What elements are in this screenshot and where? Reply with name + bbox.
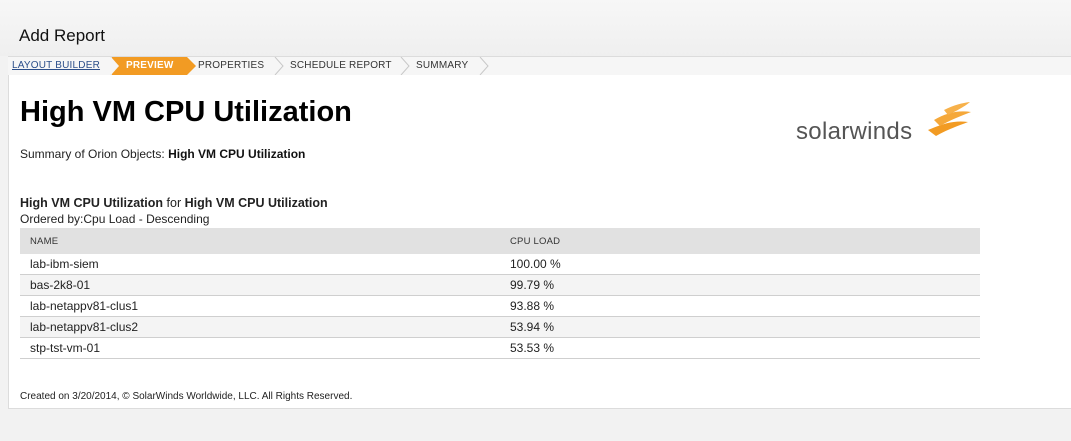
wizard-step-layout-builder[interactable]: LAYOUT BUILDER: [12, 57, 100, 75]
report-summary: Summary of Orion Objects: High VM CPU Ut…: [20, 147, 305, 161]
table-row: lab-netappv81-clus1 93.88 %: [20, 295, 980, 317]
section-name: High VM CPU Utilization: [20, 196, 164, 210]
report-footer: Created on 3/20/2014, © SolarWinds World…: [20, 391, 353, 402]
wizard-step-schedule-report[interactable]: SCHEDULE REPORT: [290, 57, 392, 75]
vm-name-cell: lab-ibm-siem: [20, 254, 500, 275]
table-row: lab-ibm-siem 100.00 %: [20, 254, 980, 275]
cpu-load-cell: 93.88 %: [500, 295, 980, 317]
ordered-by-text: Ordered by:Cpu Load - Descending: [20, 212, 210, 226]
vm-name-cell: bas-2k8-01: [20, 274, 500, 296]
vm-name-cell: lab-netappv81-clus1: [20, 295, 500, 317]
table-row: lab-netappv81-clus2 53.94 %: [20, 316, 980, 338]
cpu-load-cell: 99.79 %: [500, 274, 980, 296]
vm-name-cell: lab-netappv81-clus2: [20, 316, 500, 338]
cpu-load-table: NAME CPU LOAD lab-ibm-siem 100.00 % bas-…: [20, 228, 980, 359]
section-title: High VM CPU Utilization for High VM CPU …: [20, 196, 328, 210]
page-title: Add Report: [19, 26, 105, 45]
cpu-load-cell: 100.00 %: [500, 254, 980, 275]
table-header-row: NAME CPU LOAD: [20, 228, 980, 254]
summary-value: High VM CPU Utilization: [168, 147, 306, 161]
wizard-steps-bar: LAYOUT BUILDER PREVIEW PROPERTIES SCHEDU…: [8, 56, 1071, 76]
table-row: stp-tst-vm-01 53.53 %: [20, 337, 980, 359]
cpu-load-cell: 53.53 %: [500, 337, 980, 359]
table-row: bas-2k8-01 99.79 %: [20, 274, 980, 296]
section-connector: for: [166, 196, 182, 210]
solarwinds-flame-icon: [928, 102, 971, 136]
wizard-step-preview[interactable]: PREVIEW: [112, 57, 187, 75]
logo-wordmark: solarwinds: [796, 118, 913, 145]
section-target: High VM CPU Utilization: [184, 196, 328, 210]
report-title: High VM CPU Utilization: [20, 96, 352, 128]
solarwinds-logo: solarwinds: [796, 100, 976, 150]
wizard-step-properties[interactable]: PROPERTIES: [198, 57, 264, 75]
column-header-cpu-load: CPU LOAD: [500, 228, 980, 254]
vm-name-cell: stp-tst-vm-01: [20, 337, 500, 359]
wizard-step-summary[interactable]: SUMMARY: [416, 57, 468, 75]
report-preview-panel: High VM CPU Utilization Summary of Orion…: [8, 75, 1071, 409]
page-header: Add Report: [0, 0, 1071, 56]
cpu-load-cell: 53.94 %: [500, 316, 980, 338]
summary-prefix: Summary of Orion Objects:: [20, 147, 165, 161]
column-header-name: NAME: [20, 228, 500, 254]
